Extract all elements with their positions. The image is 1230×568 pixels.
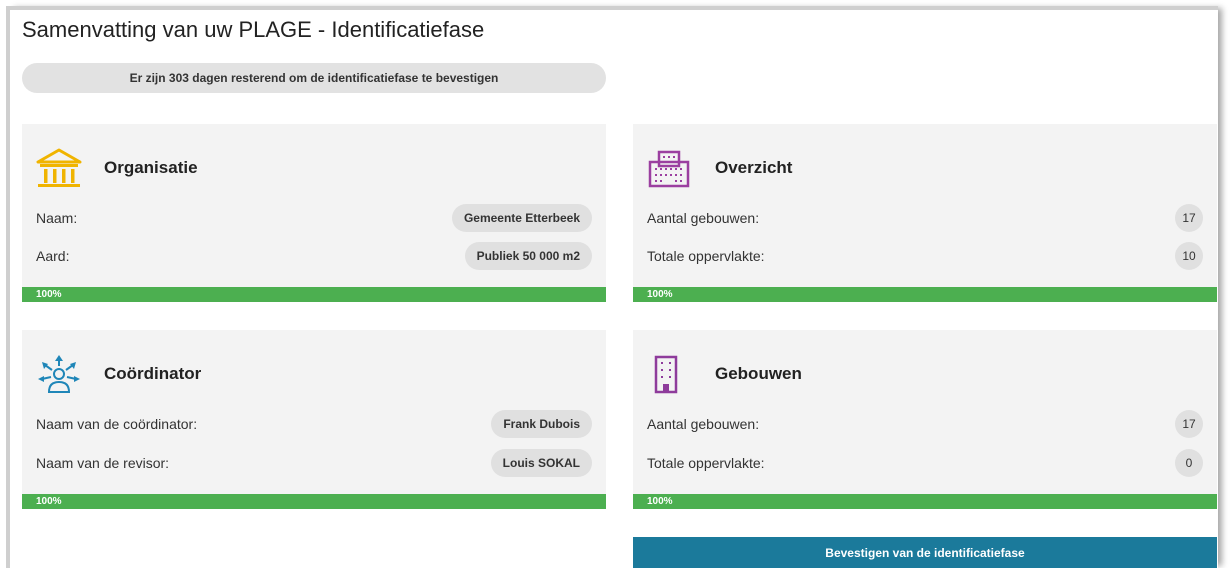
network-person-icon [36, 352, 86, 396]
row-label: Totale oppervlakte: [647, 248, 765, 264]
organisatie-card: Organisatie Naam: Gemeente Etterbeek Aar… [22, 124, 606, 302]
info-row-aard: Aard: Publiek 50 000 m2 [36, 242, 592, 270]
row-label: Aantal gebouwen: [647, 416, 760, 432]
row-label: Naam van de revisor: [36, 455, 170, 471]
info-row-naam: Naam: Gemeente Etterbeek [36, 204, 592, 232]
row-label: Naam van de coördinator: [36, 416, 198, 432]
building-columns-icon [36, 146, 86, 190]
info-row-totale-oppervlakte: Totale oppervlakte: 0 [647, 449, 1203, 477]
gebouwen-card: Gebouwen Aantal gebouwen: 17 Totale oppe… [633, 330, 1217, 509]
card-title: Overzicht [715, 158, 793, 177]
card-header: Overzicht [647, 146, 792, 190]
progress-fill: 100% [22, 494, 606, 509]
progress-fill: 100% [633, 494, 1217, 509]
countdown-banner: Er zijn 303 dagen resterend om de identi… [22, 63, 606, 93]
overzicht-card: Overzicht Aantal gebouwen: 17 Totale opp… [633, 124, 1217, 302]
office-buildings-icon [647, 146, 697, 190]
value-badge: 17 [1175, 410, 1203, 438]
value-badge: 10 [1175, 242, 1203, 270]
card-title: Coördinator [104, 364, 202, 383]
building-icon [647, 352, 697, 396]
coordinator-card: Coördinator Naam van de coördinator: Fra… [22, 330, 606, 509]
confirm-identification-button[interactable]: Bevestigen van de identificatiefase [633, 537, 1217, 568]
card-header: Gebouwen [647, 352, 802, 396]
page-title: Samenvatting van uw PLAGE - Identificati… [22, 17, 485, 42]
info-row-totale-oppervlakte: Totale oppervlakte: 10 [647, 242, 1203, 270]
progress-bar: 100% [22, 494, 606, 509]
value-badge: Frank Dubois [491, 410, 592, 438]
value-badge: 0 [1175, 449, 1203, 477]
value-badge: 17 [1175, 204, 1203, 232]
progress-bar: 100% [633, 287, 1217, 302]
card-title: Gebouwen [715, 364, 802, 383]
value-badge: Louis SOKAL [490, 449, 592, 477]
row-label: Aard: [36, 248, 70, 264]
info-row-aantal-gebouwen: Aantal gebouwen: 17 [647, 204, 1203, 232]
progress-fill: 100% [22, 287, 606, 302]
progress-bar: 100% [22, 287, 606, 302]
card-header: Organisatie [36, 146, 198, 190]
card-title: Organisatie [104, 158, 198, 177]
progress-bar: 100% [633, 494, 1217, 509]
info-row-coordinator: Naam van de coördinator: Frank Dubois [36, 410, 592, 438]
row-label: Aantal gebouwen: [647, 210, 760, 226]
row-label: Naam: [36, 210, 78, 226]
value-badge: Gemeente Etterbeek [451, 204, 592, 232]
card-header: Coördinator [36, 352, 201, 396]
progress-fill: 100% [633, 287, 1217, 302]
info-row-revisor: Naam van de revisor: Louis SOKAL [36, 449, 592, 477]
info-row-aantal-gebouwen: Aantal gebouwen: 17 [647, 410, 1203, 438]
value-badge: Publiek 50 000 m2 [464, 242, 592, 270]
row-label: Totale oppervlakte: [647, 455, 765, 471]
